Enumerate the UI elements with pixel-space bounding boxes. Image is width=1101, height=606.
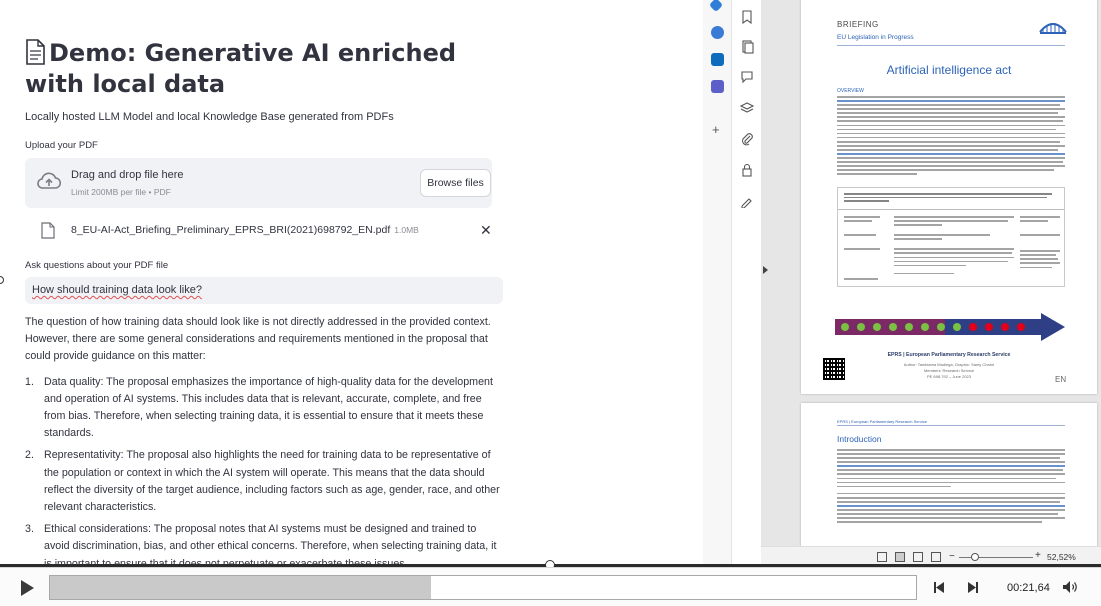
list-item-text: Data quality: The proposal emphasizes th… bbox=[44, 375, 493, 440]
file-name-text: 8_EU-AI-Act_Briefing_Preliminary_EPRS_BR… bbox=[71, 224, 391, 236]
pdf-page-2: EPRS | European Parliamentary Research S… bbox=[801, 403, 1097, 563]
browser-sidebar: + bbox=[703, 0, 731, 566]
layers-icon[interactable] bbox=[740, 101, 754, 115]
uploaded-file-name: 8_EU-AI-Act_Briefing_Preliminary_EPRS_BR… bbox=[71, 224, 419, 236]
pdf-overview-text bbox=[837, 96, 1065, 178]
answer-intro: The question of how training data should… bbox=[25, 316, 491, 363]
screen: Demo: Generative AI enriched with local … bbox=[0, 0, 1101, 606]
pdf-intro-heading: Introduction bbox=[837, 434, 882, 444]
list-item: 3. Ethical considerations: The proposal n… bbox=[25, 521, 503, 566]
pdf-rule bbox=[837, 45, 1065, 46]
list-item-number: 3. bbox=[25, 523, 34, 536]
page-title-text: Demo: Generative AI enriched with local … bbox=[25, 39, 457, 98]
playback-time: 00:21,64 bbox=[1007, 582, 1050, 594]
list-item-text: Ethical considerations: The proposal not… bbox=[44, 523, 497, 566]
pdf-tools-column bbox=[731, 0, 761, 566]
teams-icon[interactable] bbox=[711, 80, 724, 93]
zoom-out-button[interactable]: − bbox=[949, 551, 955, 562]
video-timeline[interactable] bbox=[49, 575, 917, 600]
list-item: 2. Representativity: The proposal also hi… bbox=[25, 447, 503, 516]
pdf-page2-header: EPRS | European Parliamentary Research S… bbox=[837, 419, 927, 424]
list-item-number: 2. bbox=[25, 449, 34, 462]
legislative-timeline-graphic bbox=[835, 313, 1065, 341]
pdf-briefing-label: BRIEFING bbox=[837, 20, 879, 29]
skip-forward-icon[interactable] bbox=[966, 582, 978, 593]
answer-list: 1. Data quality: The proposal emphasizes … bbox=[25, 374, 503, 566]
pdf-overview-heading: OVERVIEW bbox=[837, 88, 864, 94]
pdf-title: Artificial intelligence act bbox=[886, 63, 1012, 77]
page-title: Demo: Generative AI enriched with local … bbox=[25, 38, 505, 100]
pdf-intro-text bbox=[837, 449, 1065, 525]
list-item-number: 1. bbox=[25, 375, 34, 388]
lock-icon[interactable] bbox=[740, 163, 754, 177]
copilot-icon[interactable] bbox=[711, 26, 724, 39]
document-icon bbox=[26, 39, 45, 65]
pdf-language-code: EN bbox=[1055, 375, 1067, 384]
zoom-level: 52,52% bbox=[1047, 552, 1076, 562]
dropzone-title: Drag and drop file here bbox=[71, 169, 184, 181]
video-controls: 00:21,64 bbox=[0, 567, 1101, 606]
skip-back-icon[interactable] bbox=[934, 582, 946, 593]
grid-view-icon[interactable] bbox=[931, 552, 941, 562]
remove-file-button[interactable]: ✕ bbox=[480, 222, 492, 239]
list-item-text: Representativity: The proposal also high… bbox=[44, 449, 500, 514]
zoom-slider-thumb[interactable] bbox=[971, 553, 979, 561]
zoom-in-button[interactable]: + bbox=[1035, 550, 1041, 561]
browse-files-button[interactable]: Browse files bbox=[420, 169, 491, 197]
video-progress bbox=[50, 576, 432, 599]
list-item: 1. Data quality: The proposal emphasizes … bbox=[25, 374, 503, 443]
european-parliament-logo bbox=[1039, 23, 1067, 34]
two-page-view-icon[interactable] bbox=[913, 552, 923, 562]
outlook-icon[interactable] bbox=[711, 53, 724, 66]
pdf-page-1: BRIEFING EU Legislation in Progress Arti… bbox=[801, 0, 1097, 394]
file-icon bbox=[41, 222, 55, 239]
question-input[interactable]: How should training data look like? bbox=[25, 277, 503, 304]
collapse-panel-icon[interactable] bbox=[763, 266, 768, 274]
pages-icon[interactable] bbox=[740, 40, 754, 54]
question-value: How should training data look like? bbox=[32, 284, 202, 296]
file-dropzone[interactable]: Drag and drop file here Limit 200MB per … bbox=[25, 158, 492, 208]
pdf-authors: Author: Tambiama Madiega; Graphic: Samy … bbox=[801, 362, 1097, 380]
answer-text: The question of how training data should… bbox=[25, 314, 503, 566]
pdf-toolbar: − + 52,52% bbox=[761, 546, 1101, 566]
file-size: 1.0MB bbox=[394, 225, 419, 235]
signature-icon[interactable] bbox=[740, 194, 754, 208]
uploaded-file-row: 8_EU-AI-Act_Briefing_Preliminary_EPRS_BR… bbox=[25, 220, 492, 242]
streamlit-app: Demo: Generative AI enriched with local … bbox=[0, 0, 703, 566]
question-label: Ask questions about your PDF file bbox=[25, 260, 169, 271]
attachment-icon[interactable] bbox=[740, 132, 754, 146]
pdf-ref-line: PE 698.792 – June 2023 bbox=[926, 374, 972, 379]
single-page-view-icon[interactable] bbox=[877, 552, 887, 562]
continuous-view-icon[interactable] bbox=[895, 552, 905, 562]
add-icon[interactable]: + bbox=[712, 122, 720, 137]
dropzone-limit: Limit 200MB per file • PDF bbox=[71, 187, 171, 197]
pdf-procedure-table bbox=[837, 187, 1065, 287]
cloud-upload-icon bbox=[37, 172, 61, 189]
pdf-eprs-footer: EPRS | European Parliamentary Research S… bbox=[887, 352, 1011, 358]
upload-label: Upload your PDF bbox=[25, 140, 98, 151]
comments-icon[interactable] bbox=[740, 70, 754, 84]
volume-icon[interactable] bbox=[1062, 580, 1080, 594]
pdf-viewer[interactable]: BRIEFING EU Legislation in Progress Arti… bbox=[761, 0, 1101, 566]
pdf-series-label: EU Legislation in Progress bbox=[837, 34, 914, 41]
bookmark-icon[interactable] bbox=[740, 10, 754, 24]
tag-icon[interactable] bbox=[708, 0, 724, 13]
page-subtitle: Locally hosted LLM Model and local Knowl… bbox=[25, 111, 394, 123]
play-icon[interactable] bbox=[21, 580, 34, 596]
